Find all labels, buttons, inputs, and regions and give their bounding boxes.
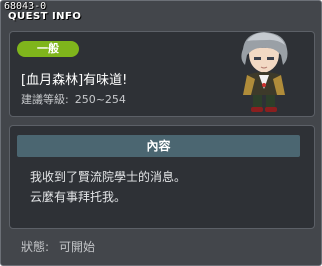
content-line: 我收到了賢流院學士的消息。 [30, 170, 187, 184]
level-label: 建議等級: [21, 93, 69, 106]
quest-name: [血月森林]有味道! [21, 73, 128, 88]
window-title: QUEST INFO [8, 11, 82, 22]
status-label: 狀態: [21, 240, 50, 254]
category-badge: 一般 [17, 41, 79, 57]
level-range: 250~254 [74, 93, 126, 106]
quest-status: 狀態: 可開始 [21, 238, 95, 255]
quest-info-window: 68043-0 QUEST INFO 一般 [血月森林]有味道! 建議等級: 25… [0, 0, 322, 266]
content-line: 云麼有事拜托我。 [30, 190, 127, 204]
npc-portrait-icon [241, 32, 288, 112]
recommended-level: 建議等級: 250~254 [21, 91, 126, 107]
content-text: 我收到了賢流院學士的消息。 云麼有事拜托我。 [30, 167, 300, 207]
content-header: 內容 [17, 135, 300, 157]
status-value: 可開始 [59, 240, 96, 254]
